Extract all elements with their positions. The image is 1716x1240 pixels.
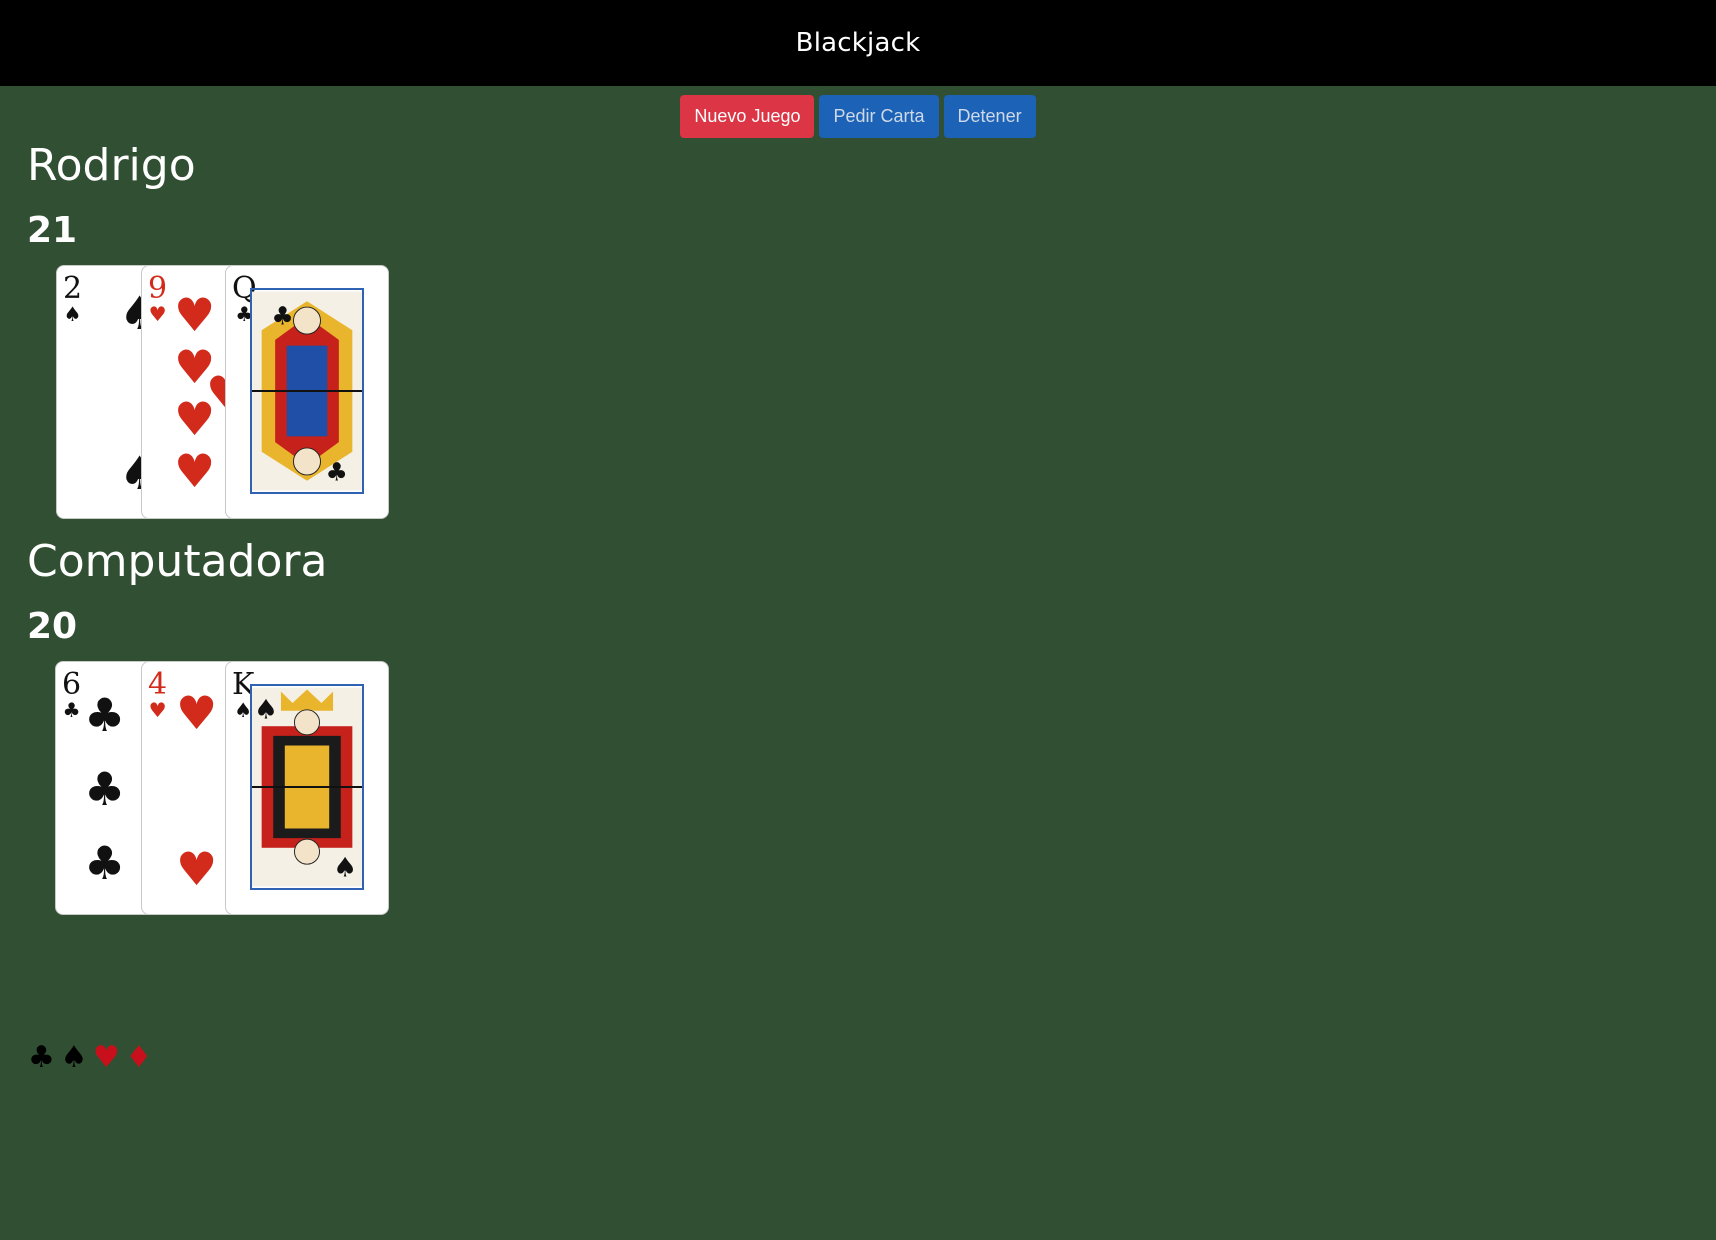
computer-name: Computadora	[27, 536, 328, 587]
queen-face-icon: ♣ ♣	[250, 288, 364, 494]
player-name: Rodrigo	[27, 140, 196, 191]
club-icon: ♣	[84, 836, 126, 890]
heart-icon: ♥	[174, 444, 216, 498]
top-bar: Blackjack	[0, 0, 1716, 86]
svg-text:♣: ♣	[271, 301, 293, 330]
playing-card: Q ♣ ♣ ♣	[225, 265, 389, 519]
heart-icon: ♥	[176, 842, 218, 896]
club-icon: ♣	[28, 1040, 55, 1075]
club-icon: ♣	[84, 688, 126, 742]
king-face-icon: ♠ ♠	[250, 684, 364, 890]
page-title: Blackjack	[795, 28, 921, 58]
svg-text:♠: ♠	[333, 853, 357, 884]
spade-icon: ♠	[60, 1040, 87, 1075]
svg-text:♣: ♣	[325, 458, 347, 487]
computer-score: 20	[27, 606, 78, 647]
player-score: 21	[27, 210, 78, 251]
club-icon: ♣	[84, 762, 126, 816]
new-game-button[interactable]: Nuevo Juego	[680, 95, 815, 138]
game-controls: Nuevo Juego Pedir Carta Detener	[0, 95, 1716, 138]
svg-text:♠: ♠	[254, 694, 278, 725]
diamond-icon: ♦	[125, 1040, 152, 1075]
playing-card: K ♠ ♠ ♠	[225, 661, 389, 915]
heart-icon: ♥	[174, 288, 216, 342]
hit-button[interactable]: Pedir Carta	[819, 95, 939, 138]
suit-symbols: ♣ ♠ ♥ ♦	[28, 1040, 152, 1075]
stand-button[interactable]: Detener	[943, 95, 1036, 138]
heart-icon: ♥	[176, 686, 218, 740]
heart-icon: ♥	[92, 1040, 120, 1075]
